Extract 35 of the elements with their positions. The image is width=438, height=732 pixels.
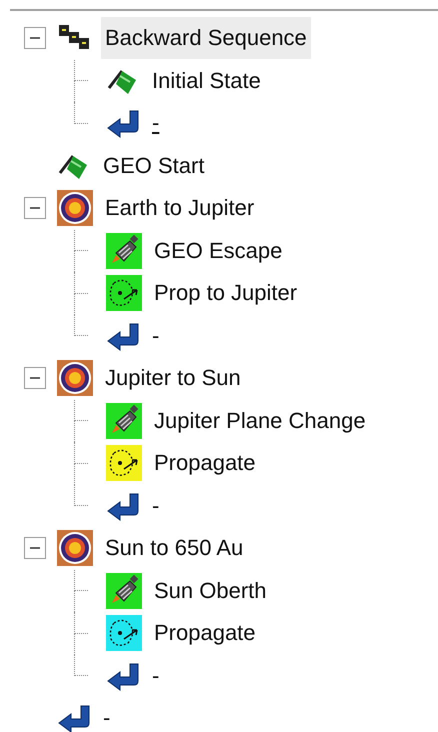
tree-item[interactable]: GEO Escape bbox=[150, 230, 286, 272]
collapse-toggle-icon[interactable] bbox=[24, 367, 46, 390]
orbit-icon bbox=[106, 445, 142, 482]
return-arrow-icon bbox=[106, 660, 140, 691]
tree-item[interactable]: Sun to 650 Au bbox=[101, 527, 248, 570]
tree-item[interactable]: Backward Sequence bbox=[101, 17, 311, 60]
orbit-icon bbox=[106, 615, 142, 652]
orbit-icon bbox=[106, 275, 142, 312]
target-icon bbox=[57, 360, 93, 396]
tree-item[interactable]: Initial State bbox=[148, 60, 265, 102]
tree-item[interactable]: - bbox=[148, 654, 164, 697]
rocket-icon bbox=[106, 402, 142, 439]
target-icon bbox=[57, 190, 93, 226]
tree-item[interactable]: - bbox=[99, 697, 114, 732]
return-arrow-icon bbox=[106, 108, 140, 138]
return-arrow-icon bbox=[106, 320, 140, 351]
tree-item[interactable]: Prop to Jupiter bbox=[150, 272, 302, 314]
tree-item[interactable]: GEO Start bbox=[99, 144, 208, 187]
tree-item[interactable]: Propagate bbox=[150, 612, 260, 654]
tree-item[interactable]: - bbox=[148, 484, 164, 527]
return-arrow-icon bbox=[106, 490, 140, 521]
tree-item[interactable]: - bbox=[148, 314, 164, 357]
tree-item[interactable]: Jupiter to Sun bbox=[101, 357, 245, 400]
tree-item[interactable]: - bbox=[148, 102, 164, 144]
collapse-toggle-icon[interactable] bbox=[24, 27, 46, 50]
rocket-icon bbox=[106, 232, 142, 269]
return-arrow-icon bbox=[57, 703, 91, 732]
target-icon bbox=[57, 530, 93, 566]
tree-item[interactable]: Earth to Jupiter bbox=[101, 187, 258, 230]
collapse-toggle-icon[interactable] bbox=[24, 197, 46, 220]
tree-item[interactable]: Jupiter Plane Change bbox=[150, 400, 370, 442]
rocket-icon bbox=[106, 572, 142, 609]
tree-item[interactable]: Sun Oberth bbox=[150, 570, 271, 612]
collapse-toggle-icon[interactable] bbox=[24, 537, 46, 560]
tree-item[interactable]: Propagate bbox=[150, 442, 260, 484]
